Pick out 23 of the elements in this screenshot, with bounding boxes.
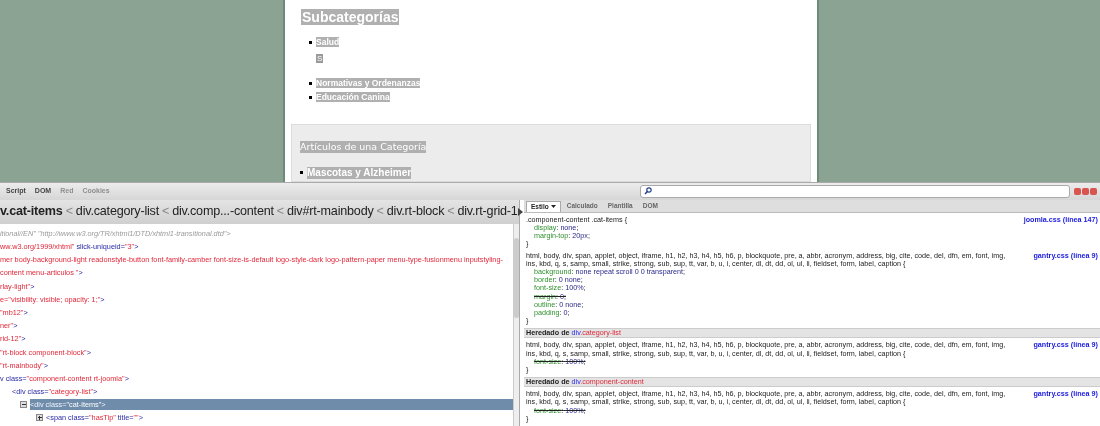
breadcrumb-separator: < [162, 203, 170, 221]
breadcrumb-item[interactable]: v.cat-items [0, 202, 63, 222]
scroll-right-icon[interactable] [517, 207, 523, 216]
breadcrumb-separator: < [376, 203, 384, 221]
collapse-icon[interactable] [20, 401, 27, 409]
detach-button[interactable] [1082, 187, 1089, 195]
breadcrumb-separator: < [447, 203, 455, 221]
subcategory-description: S [316, 54, 324, 63]
breadcrumb-item[interactable]: div#rt-mainbody [286, 202, 374, 222]
minimize-button[interactable] [1074, 187, 1081, 195]
close-button[interactable] [1090, 187, 1097, 195]
breadcrumb-item[interactable]: div.comp...-content [172, 202, 274, 222]
breadcrumb-separator: < [65, 203, 73, 221]
expand-icon[interactable] [36, 414, 43, 422]
scrollbar[interactable] [513, 223, 519, 426]
breadcrumb-item[interactable]: div.rt-grid-1 [457, 202, 518, 222]
breadcrumb-item[interactable]: div.rt-block [386, 202, 445, 222]
box-title: Artículos de una Categoría [300, 140, 427, 153]
section-heading: Subcategorías [301, 9, 400, 25]
breadcrumb-separator: < [276, 203, 284, 221]
search-field[interactable] [640, 184, 1070, 198]
search-icon [644, 187, 652, 196]
breadcrumb-item[interactable]: div.category-list [75, 202, 159, 222]
